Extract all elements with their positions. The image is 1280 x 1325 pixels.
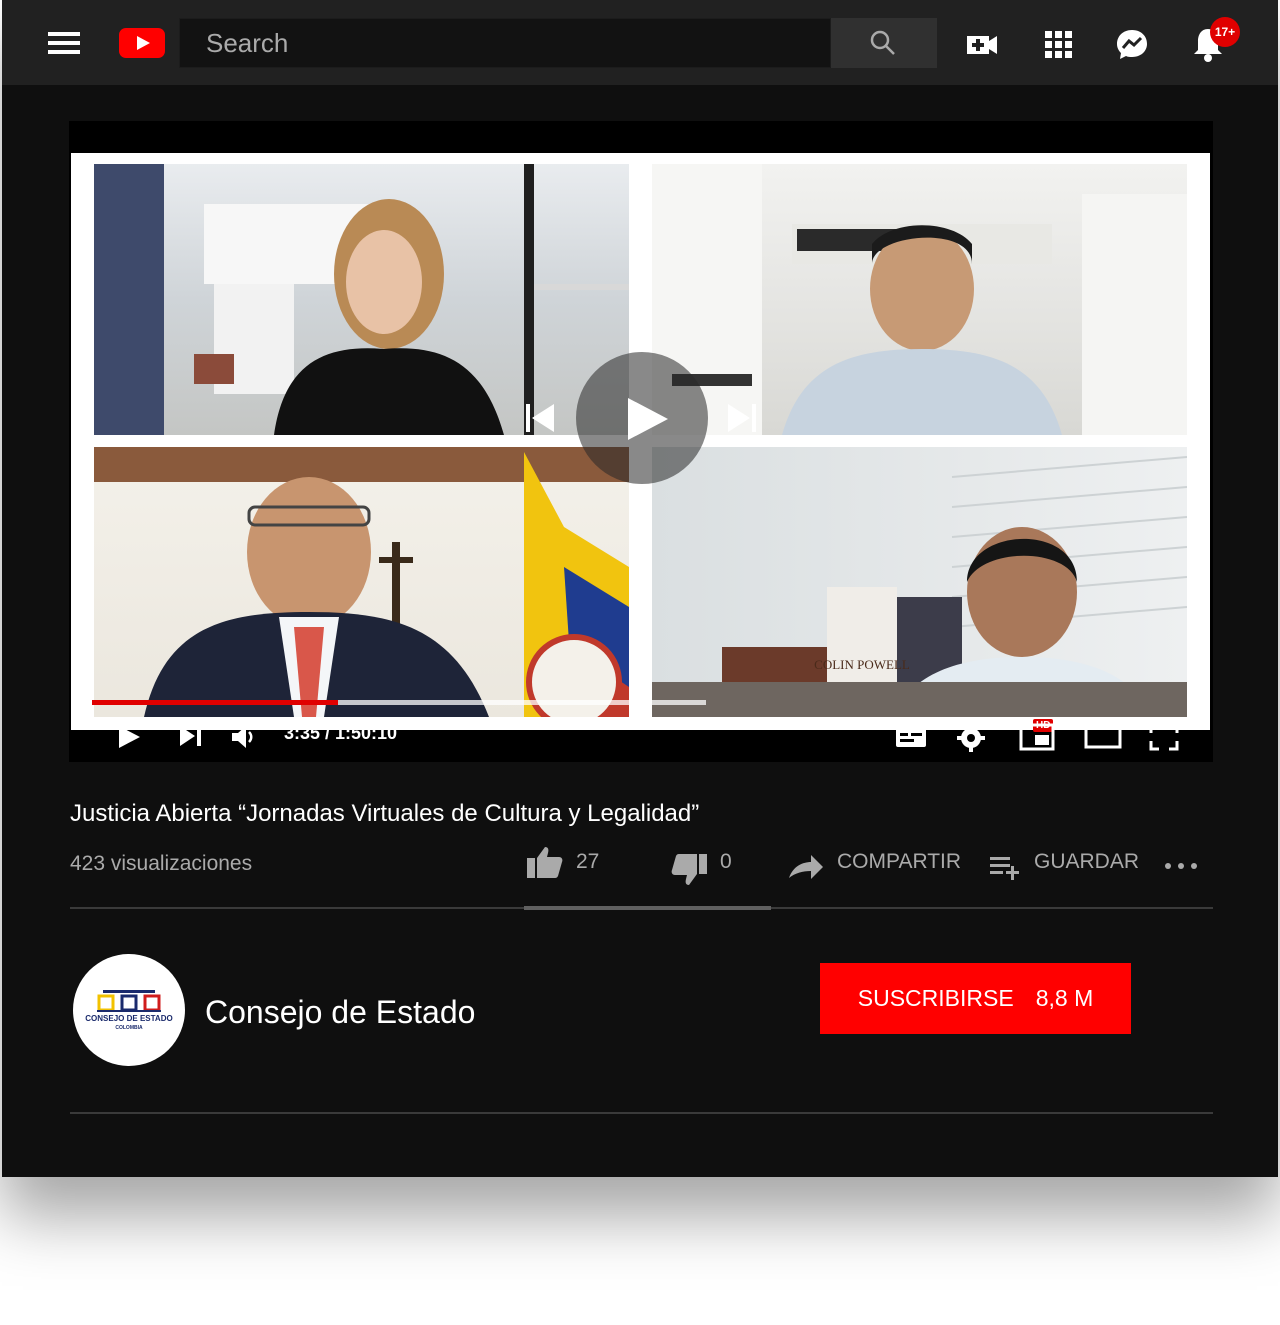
player-controls: 3:35 / 1:50:10 HD (69, 719, 1213, 759)
search-icon (870, 30, 895, 55)
miniplayer-icon[interactable] (1019, 723, 1055, 756)
seek-bar[interactable] (92, 700, 706, 705)
participant-tile-2 (652, 164, 1187, 435)
notification-count-badge: 17+ (1210, 17, 1240, 47)
video-player[interactable]: COLIN POWELL (69, 121, 1213, 762)
time-display: 3:35 / 1:50:10 (284, 723, 398, 743)
more-dots-icon (1165, 863, 1197, 869)
save-button[interactable]: GUARDAR (988, 840, 1139, 884)
fullscreen-icon[interactable] (1149, 723, 1179, 756)
messages-icon[interactable] (1112, 24, 1152, 64)
like-count: 27 (576, 850, 600, 873)
participant-tile-1 (94, 164, 629, 435)
dislike-count: 0 (720, 850, 732, 873)
next-icon[interactable] (177, 723, 203, 754)
play-pause-button[interactable] (576, 352, 708, 484)
book-title: COLIN POWELL (814, 657, 910, 672)
participant-tile-3 (94, 447, 629, 717)
subscribe-button[interactable]: SUSCRIBIRSE 8,8 M (820, 963, 1131, 1034)
theater-mode-icon[interactable] (1084, 723, 1122, 756)
subscribe-label: SUSCRIBIRSE (857, 985, 1014, 1011)
channel-avatar[interactable]: CONSEJO DE ESTADO COLOMBIA (73, 954, 185, 1066)
playlist-add-icon (990, 857, 1019, 880)
participant-tile-4: COLIN POWELL (652, 447, 1187, 717)
video-title: Justicia Abierta “Jornadas Virtuales de … (70, 800, 700, 827)
previous-video-icon[interactable] (524, 402, 556, 434)
thumbs-down-icon (671, 854, 707, 885)
search-button[interactable] (831, 18, 937, 68)
subscriber-count: 8,8 M (1035, 985, 1094, 1011)
divider (70, 1112, 1213, 1114)
save-label: GUARDAR (1034, 850, 1140, 873)
share-arrow-icon (789, 855, 823, 879)
more-actions-button[interactable] (1164, 840, 1210, 884)
next-video-icon[interactable] (726, 402, 758, 434)
sentiment-bar (524, 906, 771, 910)
share-label: COMPARTIR (837, 850, 962, 873)
subtitles-icon[interactable] (895, 723, 927, 754)
apps-grid-icon[interactable] (1038, 24, 1078, 64)
settings-gear-icon[interactable] (956, 723, 986, 758)
search-box (179, 18, 831, 68)
play-icon[interactable] (115, 723, 143, 756)
top-bar: 17+ (2, 0, 1278, 85)
menu-icon[interactable] (48, 32, 80, 54)
channel-name[interactable]: Consejo de Estado (205, 994, 475, 1031)
create-video-icon[interactable] (963, 24, 1003, 64)
search-input[interactable] (180, 19, 830, 67)
youtube-logo-icon[interactable] (119, 28, 165, 58)
like-button[interactable]: 27 (526, 840, 599, 884)
logo-text: CONSEJO DE ESTADO (85, 1014, 173, 1023)
dislike-button[interactable]: 0 (670, 840, 732, 885)
thumbs-up-icon (527, 847, 563, 878)
view-count: 423 visualizaciones (70, 852, 253, 875)
seek-bar-played (92, 700, 338, 705)
share-button[interactable]: COMPARTIR (787, 840, 961, 884)
app-frame: 17+ (2, 0, 1278, 1177)
volume-icon[interactable] (229, 723, 257, 756)
logo-subtext: COLOMBIA (115, 1025, 143, 1031)
